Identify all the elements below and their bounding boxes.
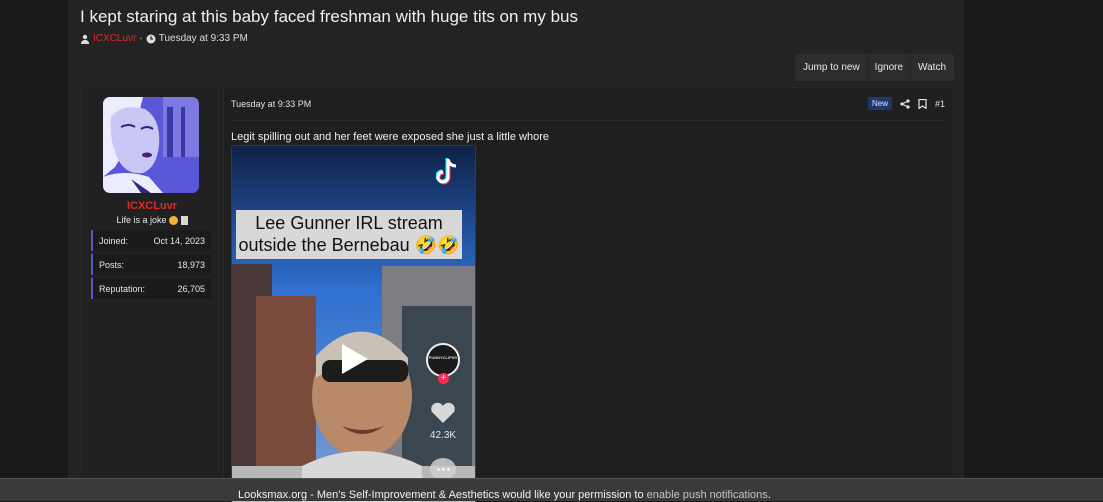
post-actions: New #1 [867,97,945,110]
jump-to-new-button[interactable]: Jump to new [796,55,868,80]
tiktok-icon [436,158,457,185]
note-emoji-icon [180,216,188,226]
thread-toolbar: Jump to new Ignore Watch [794,54,954,81]
post-divider [231,120,945,121]
poster-title-text: Life is a joke [116,215,167,225]
thread-author-link[interactable]: ICXCLuvr [93,33,136,44]
share-icon[interactable] [900,98,910,109]
push-banner-text: Looksmax.org - Men's Self-Improvement & … [238,489,647,501]
thread-title: I kept staring at this baby faced freshm… [80,7,578,26]
like-count: 42.3K [429,430,457,441]
enable-push-link[interactable]: enable push notifications [647,489,768,501]
ignore-button[interactable]: Ignore [868,55,912,80]
joke-emoji-icon [169,216,179,226]
push-banner-end: . [767,489,771,501]
embedded-video[interactable]: Lee Gunner IRL stream outside the Berneb… [231,145,476,502]
thread-meta: ICXCLuvr · Tuesday at 9:33 PM [80,33,248,44]
plus-icon[interactable]: + [438,373,449,384]
post-number[interactable]: #1 [935,99,945,109]
avatar-image [103,97,199,193]
stat-value: 26,705 [177,283,205,294]
bookmark-icon[interactable] [918,98,927,109]
stat-label: Reputation: [99,283,146,294]
more-icon[interactable] [430,458,456,480]
creator-watermark: FUNNYCLIPSS [428,355,458,360]
more-dot [441,467,445,471]
more-dot [436,467,440,471]
play-icon[interactable] [340,342,370,376]
user-sidebar: ICXCLuvr Life is a joke Joined: Oct 14, … [81,88,224,501]
post-date[interactable]: Tuesday at 9:33 PM [231,99,311,109]
meta-separator: · [139,33,143,44]
video-caption-line2: outside the Bernebau 🤣🤣 [236,232,462,259]
video-thumbnail [232,146,475,502]
stat-value[interactable]: 18,973 [177,260,205,270]
avatar[interactable] [103,97,199,193]
more-dot [446,467,450,471]
stat-posts: Posts: 18,973 [91,254,211,275]
stat-label: Joined: [99,235,129,246]
new-badge: New [867,97,892,110]
creator-avatar[interactable]: FUNNYCLIPSS [426,343,460,377]
poster-title: Life is a joke [81,215,223,226]
stat-label: Posts: [99,259,125,270]
thread-date[interactable]: Tuesday at 9:33 PM [159,33,248,44]
post-content: Tuesday at 9:33 PM New #1 Legit spilling… [231,88,953,502]
heart-icon[interactable] [430,402,456,424]
stat-joined: Joined: Oct 14, 2023 [91,230,211,251]
clock-icon [146,34,156,43]
stat-reputation: Reputation: 26,705 [91,278,211,299]
push-banner-message: Looksmax.org - Men's Self-Improvement & … [238,489,771,501]
post-body-text: Legit spilling out and her feet were exp… [231,131,549,143]
poster-username[interactable]: ICXCLuvr [81,200,223,212]
user-icon [81,34,89,44]
watch-button[interactable]: Watch [911,55,953,80]
stat-value: Oct 14, 2023 [153,235,205,246]
post: ICXCLuvr Life is a joke Joined: Oct 14, … [80,87,954,502]
push-notification-banner: Looksmax.org - Men's Self-Improvement & … [0,478,1103,501]
